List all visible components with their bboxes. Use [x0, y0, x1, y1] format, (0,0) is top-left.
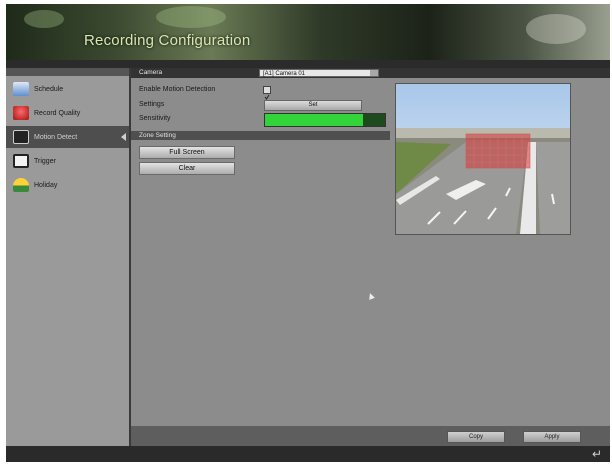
enable-motion-label: Enable Motion Detection [139, 86, 216, 93]
sidebar-item-schedule[interactable]: Schedule [6, 78, 129, 100]
top-strip [6, 60, 610, 68]
banner-decoration [526, 14, 586, 44]
banner-decoration [24, 10, 64, 28]
back-icon[interactable]: ↵ [592, 448, 602, 460]
clear-button[interactable]: Clear [139, 162, 235, 175]
sidebar-header [6, 68, 129, 76]
enable-motion-checkbox[interactable] [263, 86, 271, 100]
highway-scene-image [396, 84, 570, 234]
camera-preview[interactable] [395, 83, 571, 235]
sidebar-item-label: Trigger [34, 157, 56, 165]
camera-select-value: [A1] Camera 01 [263, 71, 306, 77]
chevron-down-icon[interactable] [370, 70, 378, 76]
sidebar-item-record-quality[interactable]: Record Quality [6, 102, 129, 124]
header-banner: Recording Configuration [6, 4, 610, 60]
set-button[interactable]: Set [264, 100, 362, 111]
camera-label: Camera [139, 69, 163, 76]
zone-setting-label: Zone Setting [139, 132, 176, 139]
mouse-cursor-icon [367, 292, 375, 300]
sidebar-item-label: Schedule [34, 85, 64, 93]
motion-camera-icon [13, 130, 29, 144]
camera-select[interactable]: [A1] Camera 01 [259, 69, 379, 77]
record-quality-icon [13, 106, 29, 120]
sensitivity-fill [265, 114, 364, 126]
settings-label: Settings [139, 101, 165, 108]
sensitivity-label: Sensitivity [139, 115, 171, 122]
main-panel: Camera [A1] Camera 01 Enable Motion Dete… [131, 68, 610, 446]
footer-bar: ↵ [6, 446, 610, 462]
sidebar: Schedule Record Quality Motion Detect Tr… [6, 68, 131, 446]
banner-decoration [156, 6, 226, 28]
sidebar-item-label: Record Quality [34, 109, 81, 117]
sensitivity-slider[interactable] [264, 113, 386, 127]
sidebar-item-motion-detect[interactable]: Motion Detect [6, 126, 129, 148]
page-title: Recording Configuration [84, 32, 251, 49]
zone-setting-header: Zone Setting [131, 131, 390, 140]
sidebar-item-holiday[interactable]: Holiday [6, 174, 129, 196]
sidebar-item-label: Motion Detect [34, 133, 78, 141]
trigger-icon [13, 154, 29, 168]
apply-button[interactable]: Apply [523, 431, 581, 443]
selected-arrow-icon [121, 133, 126, 141]
sidebar-item-label: Holiday [34, 181, 58, 189]
action-bar: Copy Apply [131, 426, 610, 446]
copy-button[interactable]: Copy [447, 431, 505, 443]
calendar-icon [13, 82, 29, 96]
camera-row: Camera [A1] Camera 01 [131, 68, 610, 78]
dvr-window: Recording Configuration Schedule Record … [6, 4, 610, 462]
full-screen-button[interactable]: Full Screen [139, 146, 235, 159]
sidebar-item-trigger[interactable]: Trigger [6, 150, 129, 172]
holiday-umbrella-icon [13, 178, 29, 192]
